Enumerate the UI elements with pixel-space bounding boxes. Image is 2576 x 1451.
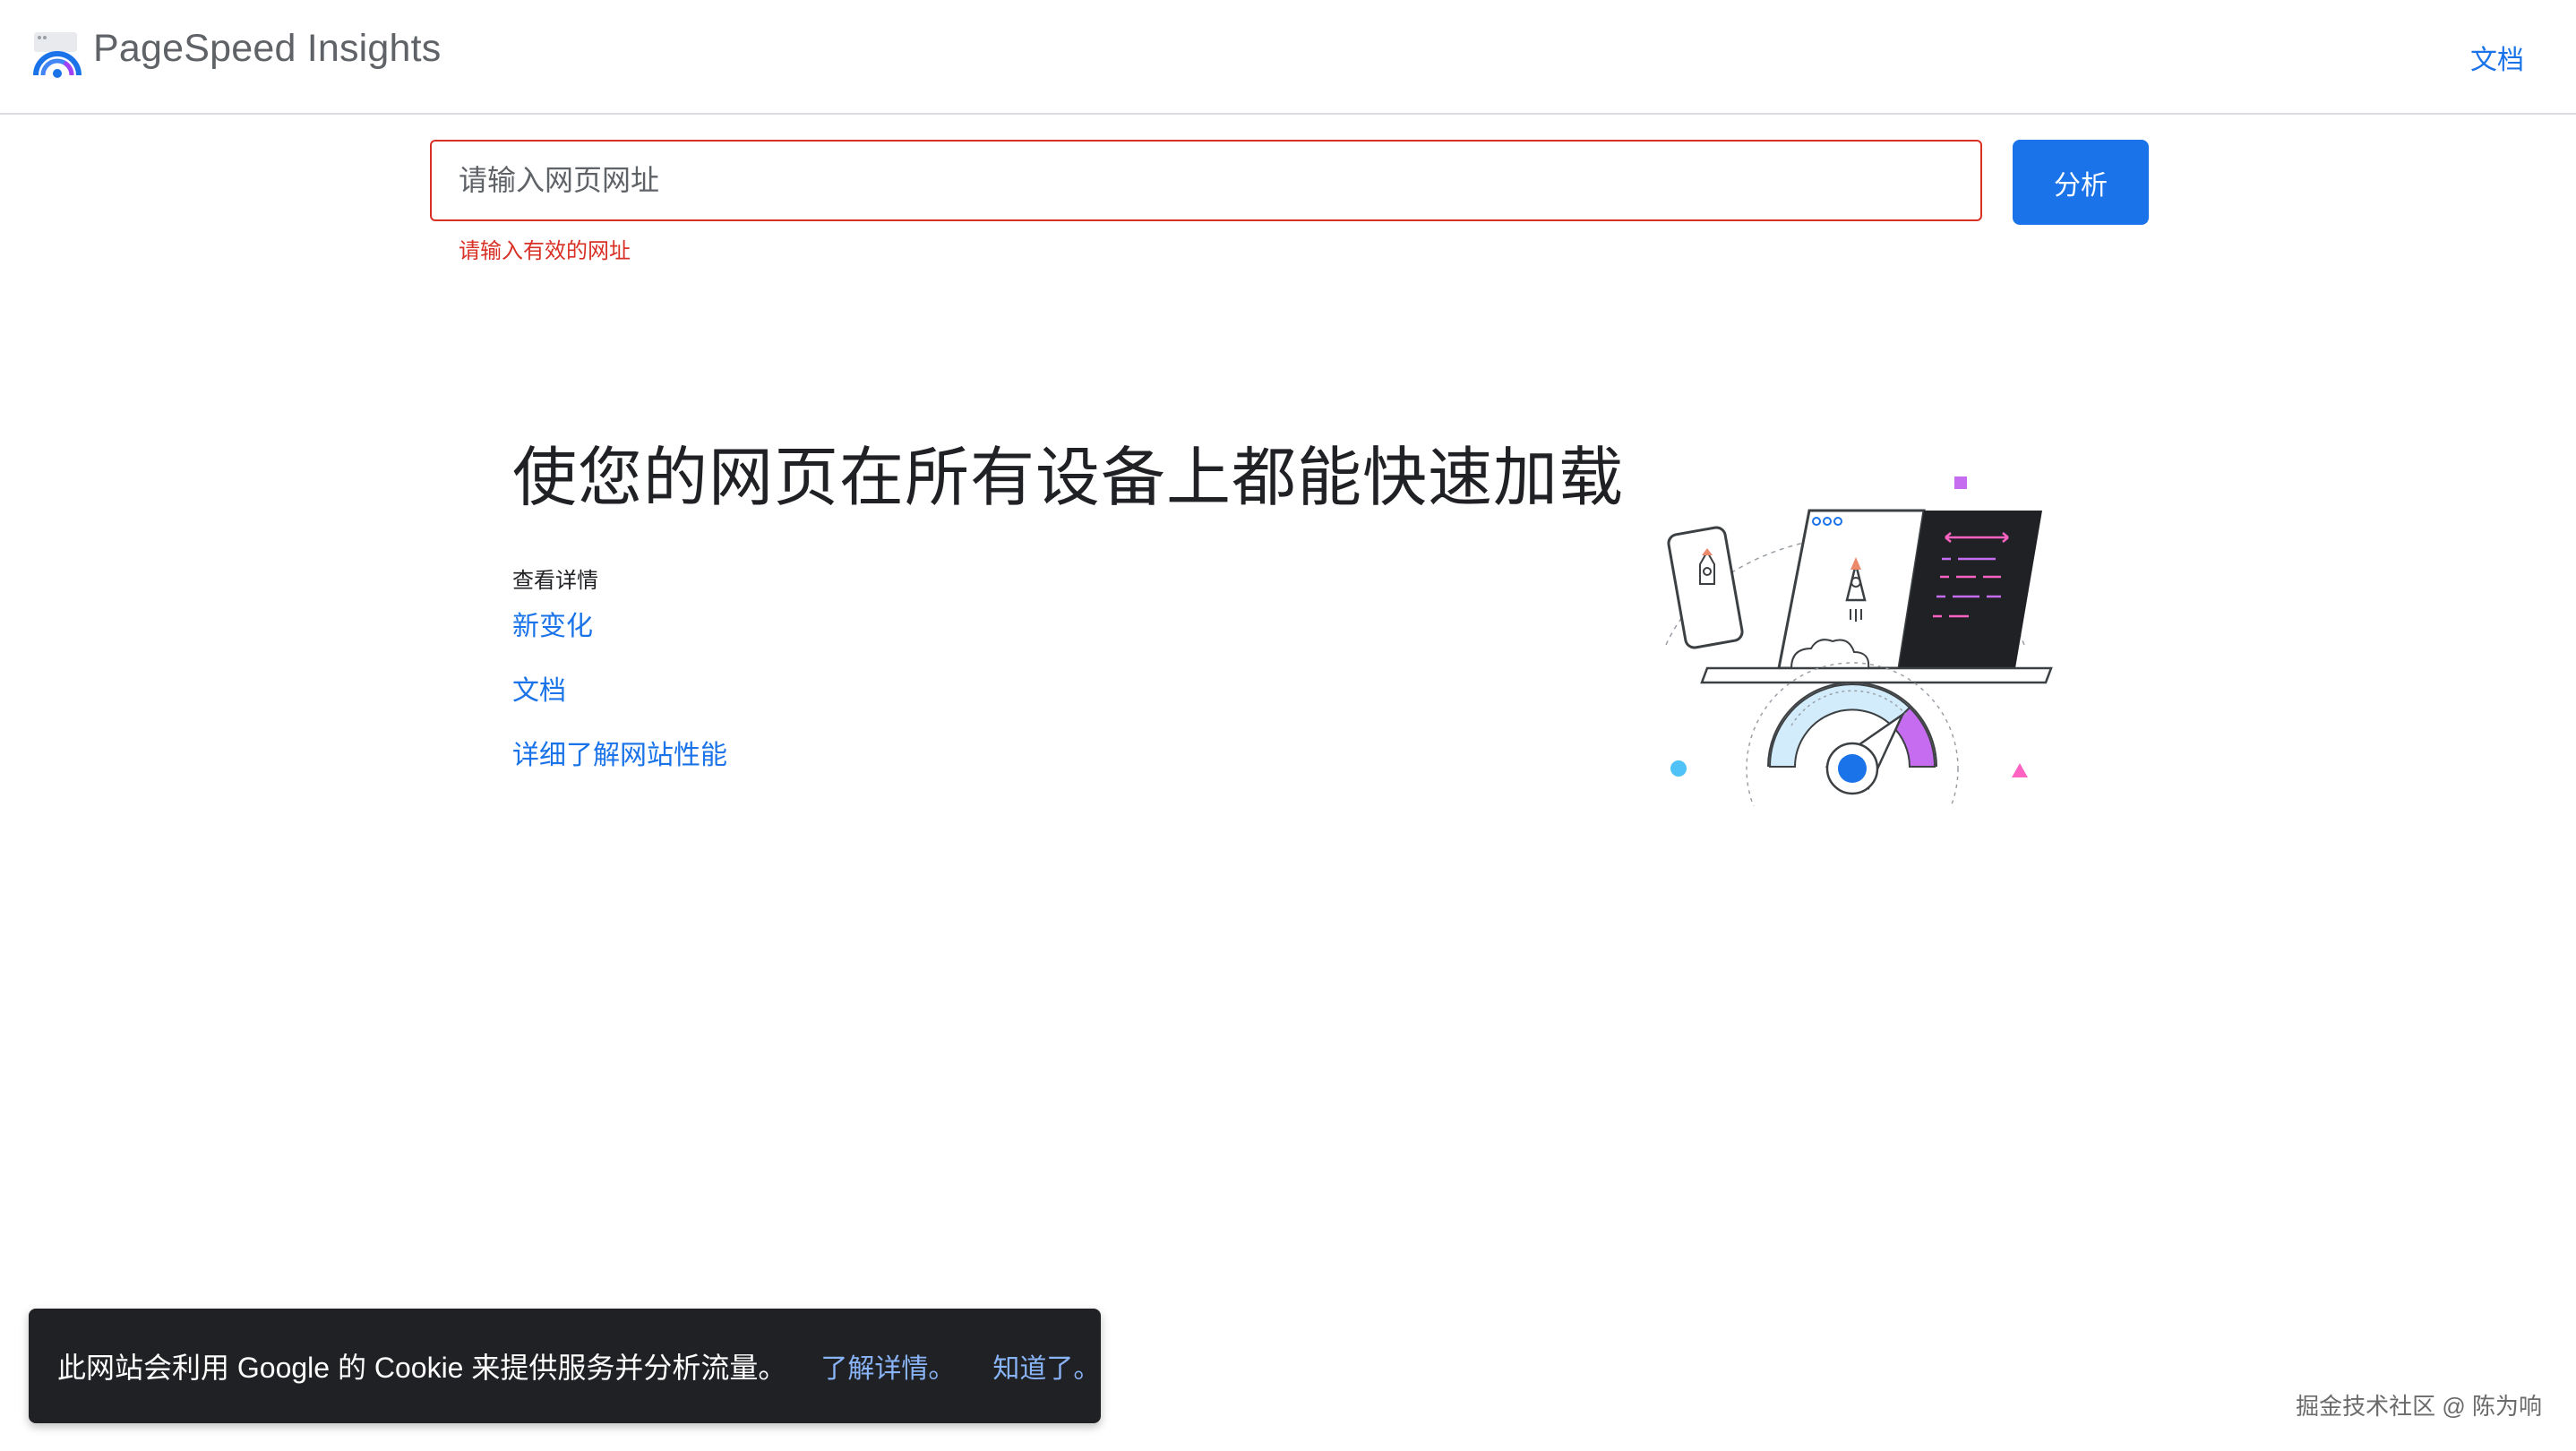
- url-error-message: 请输入有效的网址: [459, 239, 631, 263]
- url-input[interactable]: [430, 140, 1982, 221]
- cookie-learn-more-link[interactable]: 了解详情。: [820, 1346, 955, 1386]
- decor-triangle-icon: [2012, 763, 2028, 777]
- decor-dot-icon: [1670, 760, 1687, 777]
- phone-icon: [1667, 526, 1744, 649]
- hero-links: 新变化 文档 详细了解网站性能: [512, 611, 727, 804]
- cookie-text: 此网站会利用 Google 的 Cookie 来提供服务并分析流量。: [57, 1352, 787, 1384]
- documentation-link[interactable]: 文档: [512, 675, 727, 708]
- speed-gauge-icon: [1746, 662, 1959, 806]
- whats-new-link[interactable]: 新变化: [512, 611, 727, 643]
- analyze-button[interactable]: 分析: [2013, 140, 2149, 225]
- laptop-icon: [1700, 509, 2053, 684]
- learn-web-performance-link[interactable]: 详细了解网站性能: [512, 740, 727, 772]
- details-heading: 查看详情: [512, 569, 598, 593]
- brand-title: PageSpeed Insights: [93, 27, 442, 70]
- watermark: 掘金技术社区 @ 陈为响: [2296, 1393, 2542, 1420]
- decor-square-icon: [1954, 477, 1967, 489]
- cookie-ok-button[interactable]: 知道了。: [992, 1346, 1100, 1386]
- hero-title: 使您的网页在所有设备上都能快速加载: [512, 442, 1625, 514]
- cookie-banner: 此网站会利用 Google 的 Cookie 来提供服务并分析流量。 了解详情。…: [29, 1309, 1101, 1423]
- speed-devices-illustration: [1665, 477, 2053, 806]
- top-header: PageSpeed Insights 文档: [0, 0, 2576, 115]
- header-docs-link[interactable]: 文档: [2470, 38, 2524, 77]
- pagespeed-logo-icon: [33, 32, 82, 78]
